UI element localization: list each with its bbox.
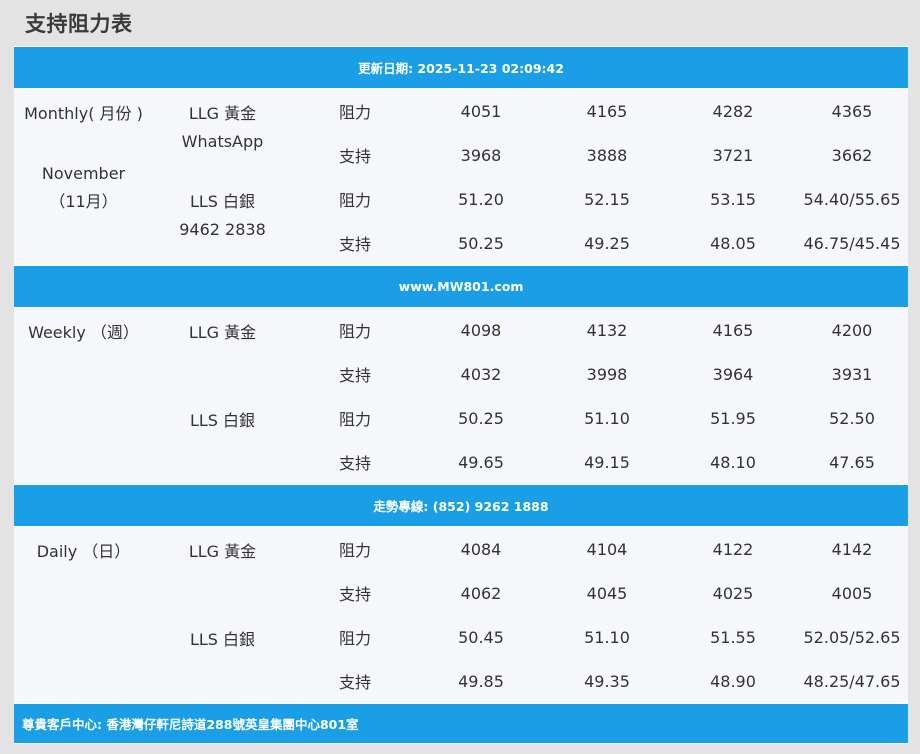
value-cell: 47.65 bbox=[796, 440, 908, 485]
value-cell: 49.85 bbox=[418, 659, 544, 704]
value-cell: 4165 bbox=[670, 307, 796, 352]
row-type-label: 阻力 bbox=[292, 396, 418, 440]
value-cell: 3662 bbox=[796, 133, 908, 177]
gold-label: LLG 黃金 bbox=[188, 104, 257, 123]
value-cell: 48.10 bbox=[670, 440, 796, 485]
website-banner: www.MW801.com bbox=[14, 265, 908, 308]
row-type-label: 支持 bbox=[292, 352, 418, 396]
monthly-gold-cell: LLG 黃金 WhatsApp bbox=[153, 88, 292, 177]
value-cell: 49.35 bbox=[544, 659, 670, 704]
value-cell: 51.20 bbox=[418, 177, 544, 221]
row-type-label: 阻力 bbox=[292, 307, 418, 352]
value-cell: 4098 bbox=[418, 307, 544, 352]
value-cell: 53.15 bbox=[670, 177, 796, 221]
value-cell: 49.15 bbox=[544, 440, 670, 485]
value-cell: 4045 bbox=[544, 571, 670, 615]
value-cell: 4062 bbox=[418, 571, 544, 615]
weekly-gold-label: LLG 黃金 bbox=[153, 307, 292, 396]
phone-label: 9462 2838 bbox=[179, 220, 266, 239]
row-type-label: 支持 bbox=[292, 571, 418, 615]
hotline-text: 走勢專線: (852) 9262 1888 bbox=[14, 484, 908, 527]
value-cell: 4132 bbox=[544, 307, 670, 352]
value-cell: 52.05/52.65 bbox=[796, 615, 908, 659]
value-cell: 52.50 bbox=[796, 396, 908, 440]
value-cell: 51.55 bbox=[670, 615, 796, 659]
table-row: Monthly( 月份 ) November （11月） LLG 黃金 What… bbox=[14, 88, 908, 266]
value-cell: 52.15 bbox=[544, 177, 670, 221]
value-cell: 4200 bbox=[796, 307, 908, 352]
monthly-period-cell: Monthly( 月份 ) November （11月） bbox=[14, 88, 153, 266]
website-link[interactable]: www.MW801.com bbox=[14, 265, 908, 308]
weekly-period-label: Weekly （週） bbox=[14, 307, 153, 485]
value-cell: 48.25/47.65 bbox=[796, 659, 908, 704]
row-type-label: 阻力 bbox=[292, 615, 418, 659]
value-cell: 49.65 bbox=[418, 440, 544, 485]
row-type-label: 阻力 bbox=[292, 526, 418, 571]
value-cell: 51.10 bbox=[544, 396, 670, 440]
value-cell: 4084 bbox=[418, 526, 544, 571]
value-cell: 50.45 bbox=[418, 615, 544, 659]
value-cell: 46.75/45.45 bbox=[796, 221, 908, 266]
update-date-text: 更新日期: 2025-11-23 02:09:42 bbox=[14, 46, 908, 89]
value-cell: 54.40/55.65 bbox=[796, 177, 908, 221]
hotline-banner: 走勢專線: (852) 9262 1888 bbox=[14, 484, 908, 527]
row-type-label: 支持 bbox=[292, 659, 418, 704]
value-cell: 4104 bbox=[544, 526, 670, 571]
value-cell: 4282 bbox=[670, 88, 796, 133]
support-resistance-table: 更新日期: 2025-11-23 02:09:42 Monthly( 月份 ) … bbox=[14, 46, 908, 744]
value-cell: 48.05 bbox=[670, 221, 796, 266]
monthly-month-label: November bbox=[41, 164, 126, 183]
value-cell: 4165 bbox=[544, 88, 670, 133]
monthly-silver-cell: LLS 白銀 9462 2838 bbox=[153, 177, 292, 266]
value-cell: 3968 bbox=[418, 133, 544, 177]
address-banner: 尊貴客戶中心: 香港灣仔軒尼詩道288號英皇集團中心801室 bbox=[14, 703, 908, 744]
value-cell: 3888 bbox=[544, 133, 670, 177]
row-type-label: 支持 bbox=[292, 440, 418, 485]
row-type-label: 支持 bbox=[292, 221, 418, 266]
page-title: 支持阻力表 bbox=[25, 12, 133, 36]
table-row: Weekly （週） LLG 黃金 阻力 4098 4132 4165 4200 bbox=[14, 307, 908, 485]
value-cell: 51.95 bbox=[670, 396, 796, 440]
monthly-period-label: Monthly( 月份 ) bbox=[24, 104, 143, 123]
update-date-banner: 更新日期: 2025-11-23 02:09:42 bbox=[14, 46, 908, 89]
value-cell: 4005 bbox=[796, 571, 908, 615]
value-cell: 49.25 bbox=[544, 221, 670, 266]
address-text: 尊貴客戶中心: 香港灣仔軒尼詩道288號英皇集團中心801室 bbox=[14, 703, 908, 744]
value-cell: 4365 bbox=[796, 88, 908, 133]
monthly-month-sub-label: （11月） bbox=[49, 192, 118, 211]
table-row: Daily （日） LLG 黃金 阻力 4084 4104 4122 4142 bbox=[14, 526, 908, 704]
value-cell: 3721 bbox=[670, 133, 796, 177]
value-cell: 4025 bbox=[670, 571, 796, 615]
value-cell: 4032 bbox=[418, 352, 544, 396]
value-cell: 3998 bbox=[544, 352, 670, 396]
value-cell: 51.10 bbox=[544, 615, 670, 659]
row-type-label: 阻力 bbox=[292, 177, 418, 221]
value-cell: 4142 bbox=[796, 526, 908, 571]
weekly-silver-label: LLS 白銀 bbox=[153, 396, 292, 485]
value-cell: 3931 bbox=[796, 352, 908, 396]
row-type-label: 阻力 bbox=[292, 88, 418, 133]
silver-label: LLS 白銀 bbox=[189, 192, 256, 211]
daily-gold-label: LLG 黃金 bbox=[153, 526, 292, 615]
value-cell: 4122 bbox=[670, 526, 796, 571]
value-cell: 50.25 bbox=[418, 221, 544, 266]
value-cell: 48.90 bbox=[670, 659, 796, 704]
value-cell: 50.25 bbox=[418, 396, 544, 440]
value-cell: 3964 bbox=[670, 352, 796, 396]
value-cell: 4051 bbox=[418, 88, 544, 133]
daily-silver-label: LLS 白銀 bbox=[153, 615, 292, 704]
daily-period-label: Daily （日） bbox=[14, 526, 153, 704]
whatsapp-label: WhatsApp bbox=[181, 132, 264, 151]
row-type-label: 支持 bbox=[292, 133, 418, 177]
